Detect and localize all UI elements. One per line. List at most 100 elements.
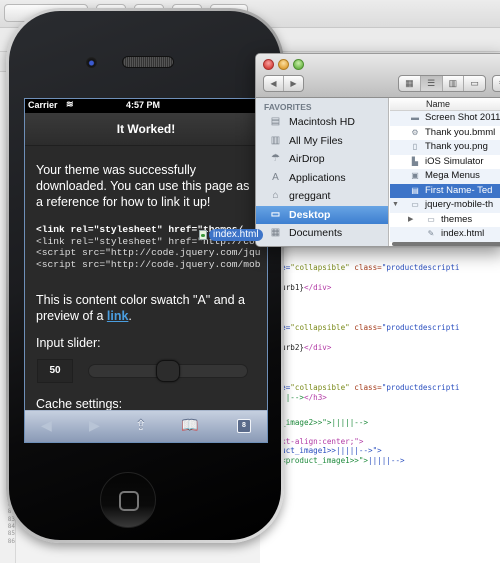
file-icon: ▭ xyxy=(411,200,419,209)
code-line: ole="collapsible" class="productdescript… xyxy=(272,263,460,272)
sidebar-item-applications[interactable]: A Applications xyxy=(256,169,388,188)
forward-icon[interactable]: ▶ xyxy=(89,417,100,434)
slider-value-input[interactable]: 50 xyxy=(37,359,73,384)
file-name: Mega Menus xyxy=(425,170,480,181)
file-list: Name ▬ Screen Shot 2011 ⚙ Thank you.bmml ▯ Th… xyxy=(390,98,500,246)
file-row[interactable]: ▣ Mega Menus xyxy=(390,169,500,184)
finder-nav-buttons: ◀ ▶ xyxy=(263,75,304,92)
sidebar-item-all-my-files[interactable]: ▥ All My Files xyxy=(256,132,388,151)
code-line: <script src="http://code.jquery.com/mob xyxy=(36,258,261,270)
home-button[interactable] xyxy=(100,472,156,528)
file-row[interactable]: ▬ Screen Shot 2011 xyxy=(390,111,500,126)
file-icon: ▯ xyxy=(412,142,418,151)
code-line: ct_image2>>">|||||--> xyxy=(272,418,369,427)
sidebar-item-documents[interactable]: ▦ Documents xyxy=(256,224,388,243)
code-editor[interactable]: ole="collapsible" class="productdescript… xyxy=(260,248,500,563)
finder-forward-icon[interactable]: ▶ xyxy=(284,76,303,91)
column-view-icon[interactable]: ▥ xyxy=(443,76,465,91)
finder-window: ◀ ▶ ▦ ☰ ▥ ▭ ⚙ FAVORITES ▤ Macintosh HD ▥ Al… xyxy=(255,53,500,247)
sidebar-item-icon: ▦ xyxy=(270,227,281,238)
file-row[interactable]: ▶ ▭ themes xyxy=(390,213,500,228)
file-icon: ▙ xyxy=(411,156,419,166)
sidebar-item-label: AirDrop xyxy=(289,153,325,165)
sidebar-item-greggant[interactable]: ⌂ greggant xyxy=(256,187,388,206)
speaker-grille xyxy=(122,56,174,68)
sidebar-item-label: Documents xyxy=(289,227,343,239)
code-line: ole="collapsible" class="productdescript… xyxy=(272,323,460,332)
file-icon: ▣ xyxy=(411,171,419,180)
file-icon: ✎ xyxy=(427,229,435,238)
drag-ghost-label: index.html xyxy=(209,229,263,241)
list-view-icon[interactable]: ☰ xyxy=(420,76,443,91)
file-icon: ▤ xyxy=(411,185,419,195)
gear-icon[interactable]: ⚙ xyxy=(492,75,500,92)
file-name: iOS Simulator xyxy=(425,155,484,167)
sidebar-item-icon: ▤ xyxy=(270,116,281,127)
sidebar-item-label: Macintosh HD xyxy=(289,116,355,128)
page-title: It Worked! xyxy=(116,122,176,136)
swatch-text: This is content color swatch "A" and a p… xyxy=(36,293,245,324)
file-row[interactable]: ⚙ Thank you.bmml xyxy=(390,126,500,141)
bookmarks-icon[interactable]: 📖 xyxy=(181,417,198,434)
file-row[interactable]: ▼ ▭ jquery-mobile-th xyxy=(390,198,500,213)
close-button[interactable] xyxy=(263,59,274,70)
finder-back-icon[interactable]: ◀ xyxy=(264,76,284,91)
carrier-label: Carrier xyxy=(28,100,58,110)
file-icon: ⚙ xyxy=(411,127,419,137)
sidebar-item-icon: ⌂ xyxy=(272,190,279,201)
disclosure-expanded-icon[interactable]: ▼ xyxy=(392,198,399,213)
sidebar-item-macintosh-hd[interactable]: ▤ Macintosh HD xyxy=(256,113,388,132)
slider-label: Input slider: xyxy=(36,336,101,351)
status-bar: Carrier ≋ 4:57 PM xyxy=(25,99,267,113)
favorites-heading: FAVORITES xyxy=(264,102,312,112)
sidebar-item-icon: ▥ xyxy=(270,134,281,146)
drag-ghost: index.html xyxy=(199,229,263,241)
safari-toolbar: ◀ ▶ ⇪ 📖 8 xyxy=(25,410,267,442)
back-icon[interactable]: ◀ xyxy=(41,417,52,434)
finder-toolbar: ◀ ▶ ▦ ☰ ▥ ▭ ⚙ xyxy=(256,54,500,98)
file-name: Screen Shot 2011 xyxy=(425,112,500,123)
code-line: "<<product_image1>>">|||||--> xyxy=(272,456,405,465)
sidebar-item-icon: ▭ xyxy=(269,246,282,247)
line-number: 86 xyxy=(7,537,15,545)
line-number: 85 xyxy=(7,530,15,538)
file-name: First Name- Ted xyxy=(425,184,493,196)
horizontal-scrollbar[interactable] xyxy=(392,242,500,246)
sidebar-item-learning-jquery[interactable]: ▭ Learning jQuery xyxy=(256,243,388,247)
file-name: Thank you.png xyxy=(425,141,488,152)
name-column-header[interactable]: Name xyxy=(390,98,500,111)
page-header: It Worked! xyxy=(25,113,267,146)
file-name: jquery-mobile-th xyxy=(425,199,494,210)
pages-icon[interactable]: 8 xyxy=(237,419,251,433)
code-line: oduct_image1>>|||||-->"> xyxy=(272,446,382,455)
preview-link[interactable]: link xyxy=(107,309,129,323)
file-row[interactable]: ▯ Thank you.png xyxy=(390,140,500,155)
slider-handle[interactable] xyxy=(156,360,180,383)
sidebar-item-label: greggant xyxy=(289,190,331,202)
status-time: 4:57 PM xyxy=(126,100,161,110)
sidebar-item-airdrop[interactable]: ☂ AirDrop xyxy=(256,150,388,169)
simulator-screen: Carrier ≋ 4:57 PM It Worked! Your theme … xyxy=(24,98,268,443)
disclosure-collapsed-icon[interactable]: ▶ xyxy=(408,213,413,228)
file-row[interactable]: ✎ index.html xyxy=(390,227,500,242)
file-row[interactable]: ▙ iOS Simulator xyxy=(390,155,500,170)
icon-view-icon[interactable]: ▦ xyxy=(399,76,421,91)
zoom-button[interactable] xyxy=(293,59,304,70)
code-line: <script src="http://code.jquery.com/jqu xyxy=(36,247,261,259)
camera-icon xyxy=(86,57,97,68)
line-number: 84 xyxy=(7,522,15,530)
html-file-icon xyxy=(199,230,207,240)
slider-track[interactable] xyxy=(88,360,248,383)
minimize-button[interactable] xyxy=(278,59,289,70)
coverflow-view-icon[interactable]: ▭ xyxy=(464,76,485,91)
sidebar-item-label: Desktop xyxy=(289,208,331,221)
file-name: Thank you.bmml xyxy=(425,126,496,138)
sidebar-item-icon: ☂ xyxy=(271,153,280,164)
sidebar-item-desktop[interactable]: ▭ Desktop xyxy=(256,205,388,224)
share-icon[interactable]: ⇪ xyxy=(135,417,147,434)
input-slider: 50 xyxy=(36,359,256,385)
sidebar-item-label: All My Files xyxy=(289,134,343,147)
sidebar-item-label: Learning jQuery xyxy=(289,246,364,247)
file-row[interactable]: ▤ First Name- Ted xyxy=(390,183,500,198)
view-mode-buttons: ▦ ☰ ▥ ▭ xyxy=(398,75,486,92)
